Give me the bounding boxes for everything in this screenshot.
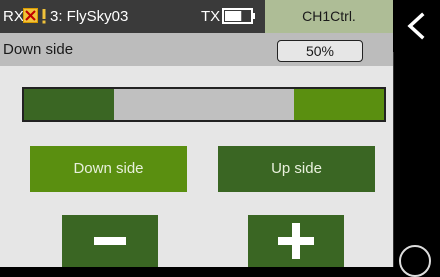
back-button[interactable]: [393, 0, 440, 52]
percent-value-field[interactable]: 50%: [277, 40, 363, 62]
range-bar-up-segment: [294, 89, 384, 120]
main-screen: RX 3: FlySky03 TX CH1Ctrl. Down side 50%…: [0, 0, 393, 267]
home-button[interactable]: [399, 245, 431, 277]
status-bar: RX 3: FlySky03 TX CH1Ctrl.: [0, 0, 393, 33]
tab-ch1-ctrl[interactable]: CH1Ctrl.: [265, 0, 393, 33]
x-box-icon: [23, 8, 38, 23]
decrease-button[interactable]: [62, 215, 158, 267]
battery-icon: [222, 8, 257, 24]
range-bar: [22, 87, 386, 122]
up-side-button[interactable]: Up side: [218, 146, 375, 192]
rx-label: RX: [3, 8, 24, 25]
setting-label: Down side: [3, 41, 74, 58]
exclamation-icon: [40, 8, 48, 24]
tx-label: TX: [201, 8, 221, 25]
increase-button[interactable]: [248, 215, 344, 267]
model-name: 3: FlySky03: [50, 8, 129, 25]
chevron-left-icon: [407, 12, 425, 40]
minus-icon: [94, 237, 126, 245]
down-side-button[interactable]: Down side: [30, 146, 187, 192]
range-bar-down-segment: [24, 89, 114, 120]
